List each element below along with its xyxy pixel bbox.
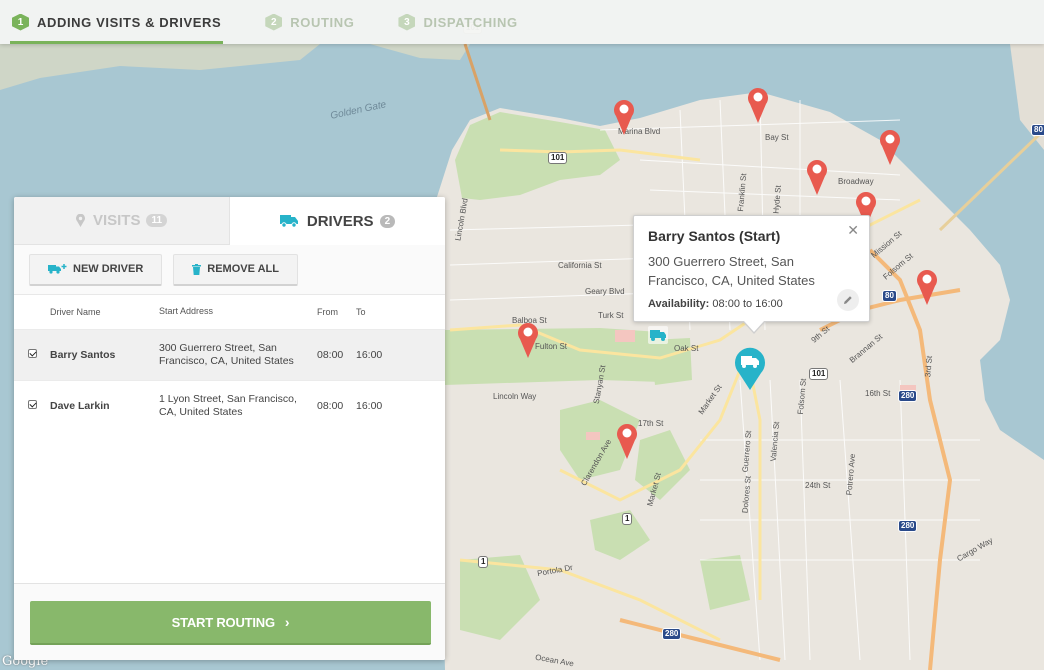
interstate-shield: 80 bbox=[1031, 124, 1044, 136]
interstate-shield: 280 bbox=[662, 628, 682, 640]
highway-shield: 101 bbox=[809, 368, 829, 380]
close-icon[interactable]: ✕ bbox=[847, 222, 859, 239]
visit-marker-pin[interactable] bbox=[746, 86, 770, 124]
map-label: California St bbox=[558, 261, 602, 270]
count-badge: 11 bbox=[146, 214, 168, 227]
interstate-shield: 280 bbox=[898, 390, 918, 402]
driver-checkbox[interactable] bbox=[28, 348, 37, 358]
visit-marker-pin[interactable] bbox=[612, 98, 636, 136]
driver-truck-marker[interactable] bbox=[648, 326, 668, 352]
availability-label: Availability: bbox=[648, 298, 710, 310]
visit-marker-pin[interactable] bbox=[516, 321, 540, 359]
step-label: DISPATCHING bbox=[423, 14, 518, 30]
tab-label: VISITS bbox=[92, 212, 141, 229]
column-header-driver-name: Driver Name bbox=[50, 306, 101, 317]
table-row[interactable]: Barry Santos 300 Guerrero Street, San Fr… bbox=[14, 328, 445, 380]
panel-footer: START ROUTING › bbox=[14, 583, 445, 660]
column-header-to: To bbox=[356, 306, 366, 317]
step-number-badge: 2 bbox=[265, 13, 283, 31]
interstate-shield: 80 bbox=[882, 290, 897, 302]
interstate-shield: 280 bbox=[898, 520, 918, 532]
map-pin-icon bbox=[75, 214, 85, 227]
new-driver-label: NEW DRIVER bbox=[73, 263, 144, 275]
map-label: 3rd St bbox=[923, 355, 935, 378]
driver-start-address: 1 Lyon Street, San Francisco, CA, United… bbox=[159, 379, 317, 431]
tab-drivers[interactable]: DRIVERS 2 bbox=[230, 197, 445, 245]
start-routing-label: START ROUTING bbox=[171, 614, 276, 630]
column-header-from: From bbox=[317, 306, 338, 317]
remove-all-label: REMOVE ALL bbox=[207, 263, 279, 275]
drivers-panel: VISITS 11 DRIVERS 2 NEW DRIVER REMOVE AL… bbox=[14, 197, 445, 660]
driver-name: Barry Santos bbox=[50, 328, 159, 380]
truck-icon bbox=[279, 214, 299, 228]
driver-start-marker[interactable] bbox=[733, 345, 767, 391]
driver-checkbox[interactable] bbox=[28, 399, 37, 409]
tab-visits[interactable]: VISITS 11 bbox=[14, 197, 230, 245]
chevron-right-icon: › bbox=[284, 614, 290, 630]
popup-address: 300 Guerrero Street, San Francisco, CA, … bbox=[648, 254, 815, 288]
popup-availability: Availability: 08:00 to 16:00 bbox=[648, 298, 855, 310]
step-label: ROUTING bbox=[290, 14, 355, 30]
new-driver-button[interactable]: NEW DRIVER bbox=[29, 253, 163, 286]
map-label: Lincoln Way bbox=[493, 392, 537, 401]
driver-to-time: 16:00 bbox=[356, 379, 445, 431]
map-label: Turk St bbox=[598, 311, 624, 320]
step-number-badge: 3 bbox=[398, 13, 416, 31]
column-header-start-address: Start Address bbox=[159, 306, 214, 317]
driver-to-time: 16:00 bbox=[356, 328, 445, 380]
map-label: Broadway bbox=[838, 177, 874, 186]
map-label: Geary Blvd bbox=[585, 287, 625, 296]
visit-marker-pin[interactable] bbox=[878, 128, 902, 166]
step-dispatching[interactable]: 3 DISPATCHING bbox=[396, 0, 519, 44]
drivers-table: Driver Name Start Address From To Barry … bbox=[14, 295, 445, 431]
step-label: ADDING VISITS & DRIVERS bbox=[37, 14, 222, 30]
driver-from-time: 08:00 bbox=[317, 379, 356, 431]
trash-icon bbox=[192, 263, 202, 275]
driver-info-popup: Barry Santos (Start) 300 Guerrero Street… bbox=[633, 215, 870, 334]
remove-all-button[interactable]: REMOVE ALL bbox=[173, 253, 298, 286]
table-row[interactable]: Dave Larkin 1 Lyon Street, San Francisco… bbox=[14, 379, 445, 431]
highway-shield: 101 bbox=[548, 152, 568, 164]
availability-value: 08:00 to 16:00 bbox=[712, 298, 783, 310]
driver-start-address: 300 Guerrero Street, San Francisco, CA, … bbox=[159, 328, 317, 380]
visit-marker-pin[interactable] bbox=[915, 268, 939, 306]
visit-marker-pin[interactable] bbox=[615, 422, 639, 460]
tab-label: DRIVERS bbox=[306, 212, 374, 230]
panel-tabs: VISITS 11 DRIVERS 2 bbox=[14, 197, 445, 245]
map-label: 16th St bbox=[865, 389, 891, 398]
edit-pencil-icon[interactable] bbox=[837, 289, 859, 311]
highway-shield: 1 bbox=[622, 513, 633, 525]
popup-title: Barry Santos (Start) bbox=[648, 228, 781, 244]
start-routing-button[interactable]: START ROUTING › bbox=[30, 601, 431, 645]
step-adding-visits-drivers[interactable]: 1 ADDING VISITS & DRIVERS bbox=[10, 0, 224, 44]
map-label: 17th St bbox=[638, 419, 664, 428]
step-routing[interactable]: 2 ROUTING bbox=[263, 0, 356, 44]
count-badge: 2 bbox=[379, 214, 396, 228]
driver-name: Dave Larkin bbox=[50, 379, 159, 431]
step-number-badge: 1 bbox=[12, 13, 29, 31]
driver-from-time: 08:00 bbox=[317, 328, 356, 380]
visit-marker-pin[interactable] bbox=[805, 158, 829, 196]
highway-shield: 1 bbox=[478, 556, 489, 568]
map-label: 24th St bbox=[805, 481, 831, 490]
step-progress-bar: 1 ADDING VISITS & DRIVERS 2 ROUTING 3 DI… bbox=[0, 0, 1044, 44]
map-label: Oak St bbox=[674, 344, 699, 353]
map-label: Bay St bbox=[765, 133, 789, 142]
add-truck-icon bbox=[48, 263, 67, 275]
table-header-row: Driver Name Start Address From To bbox=[14, 295, 445, 329]
panel-toolbar: NEW DRIVER REMOVE ALL bbox=[14, 245, 445, 295]
